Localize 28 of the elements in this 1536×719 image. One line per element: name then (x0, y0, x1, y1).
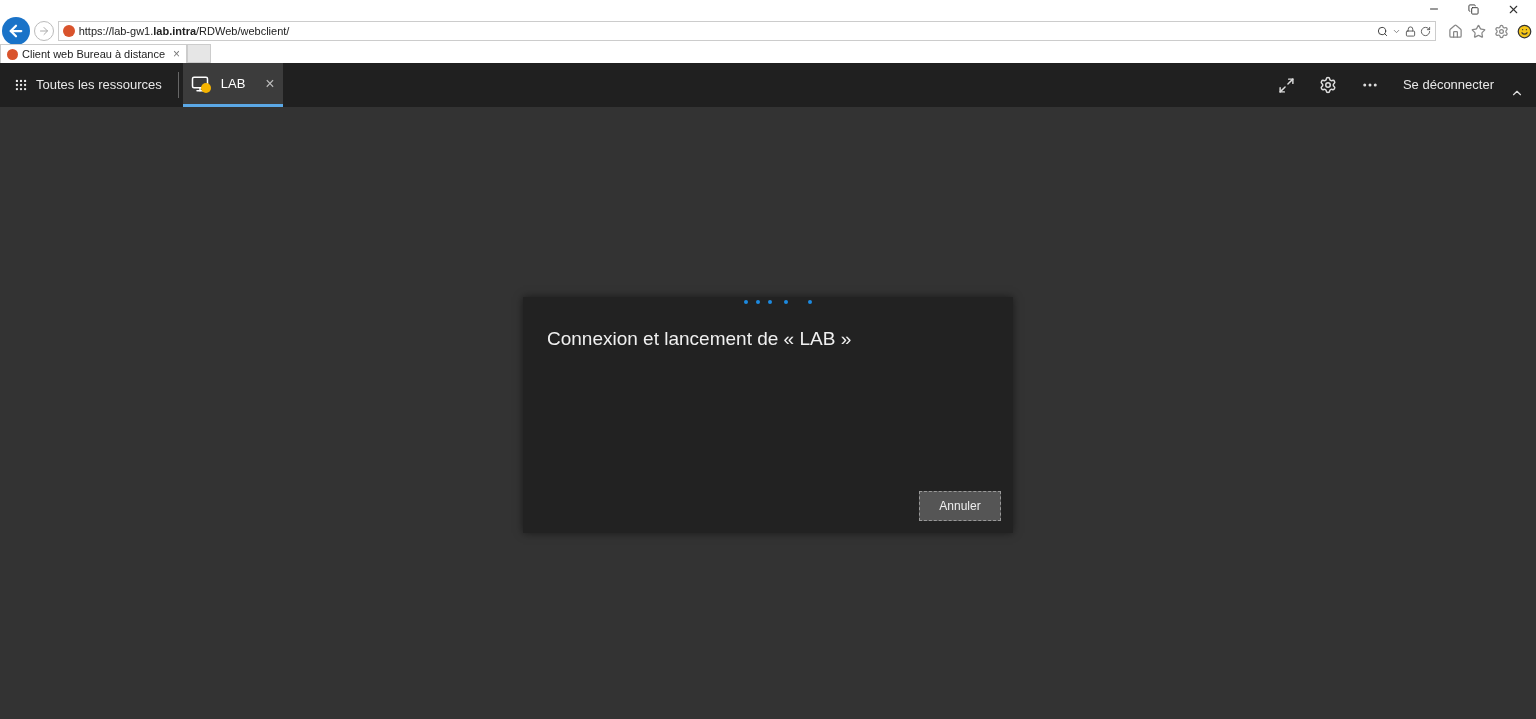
tab-label: LAB (220, 74, 246, 93)
session-tab[interactable]: LAB × (182, 63, 283, 107)
address-bar[interactable]: https://lab-gw1.lab.intra/RDWeb/webclient/ (57, 21, 1436, 41)
smiley-icon[interactable] (1517, 23, 1532, 39)
all-resources-button[interactable]: Toutes les ressources (0, 75, 178, 95)
grid-icon (14, 78, 28, 92)
dialog-title: Connexion et lancement de « LAB » (547, 327, 853, 351)
tab-close-button[interactable]: × (173, 45, 181, 63)
refresh-icon[interactable] (1420, 25, 1431, 37)
lock-icon (1405, 25, 1416, 37)
url-text: https://lab-gw1.lab.intra/RDWeb/webclient/ (78, 23, 291, 39)
back-button[interactable] (2, 17, 30, 45)
browser-tab[interactable]: Client web Bureau à distance × (0, 44, 188, 63)
forward-arrow-icon (37, 25, 50, 37)
settings-icon[interactable] (1318, 76, 1337, 94)
star-icon[interactable] (1471, 23, 1486, 39)
site-icon (7, 48, 18, 60)
tab-close-button[interactable]: × (265, 71, 275, 96)
monitor-warning-icon (190, 74, 213, 93)
sign-out-button[interactable]: Se déconnecter (1402, 75, 1494, 95)
search-icon[interactable] (1377, 25, 1388, 37)
home-icon[interactable] (1448, 23, 1463, 39)
fullscreen-icon[interactable] (1277, 76, 1295, 94)
restore-icon[interactable] (1468, 3, 1479, 15)
tab-title: Client web Bureau à distance (22, 46, 166, 62)
cancel-button[interactable]: Annuler (919, 491, 1001, 521)
site-icon (62, 25, 75, 37)
loading-dots-icon (744, 298, 812, 306)
